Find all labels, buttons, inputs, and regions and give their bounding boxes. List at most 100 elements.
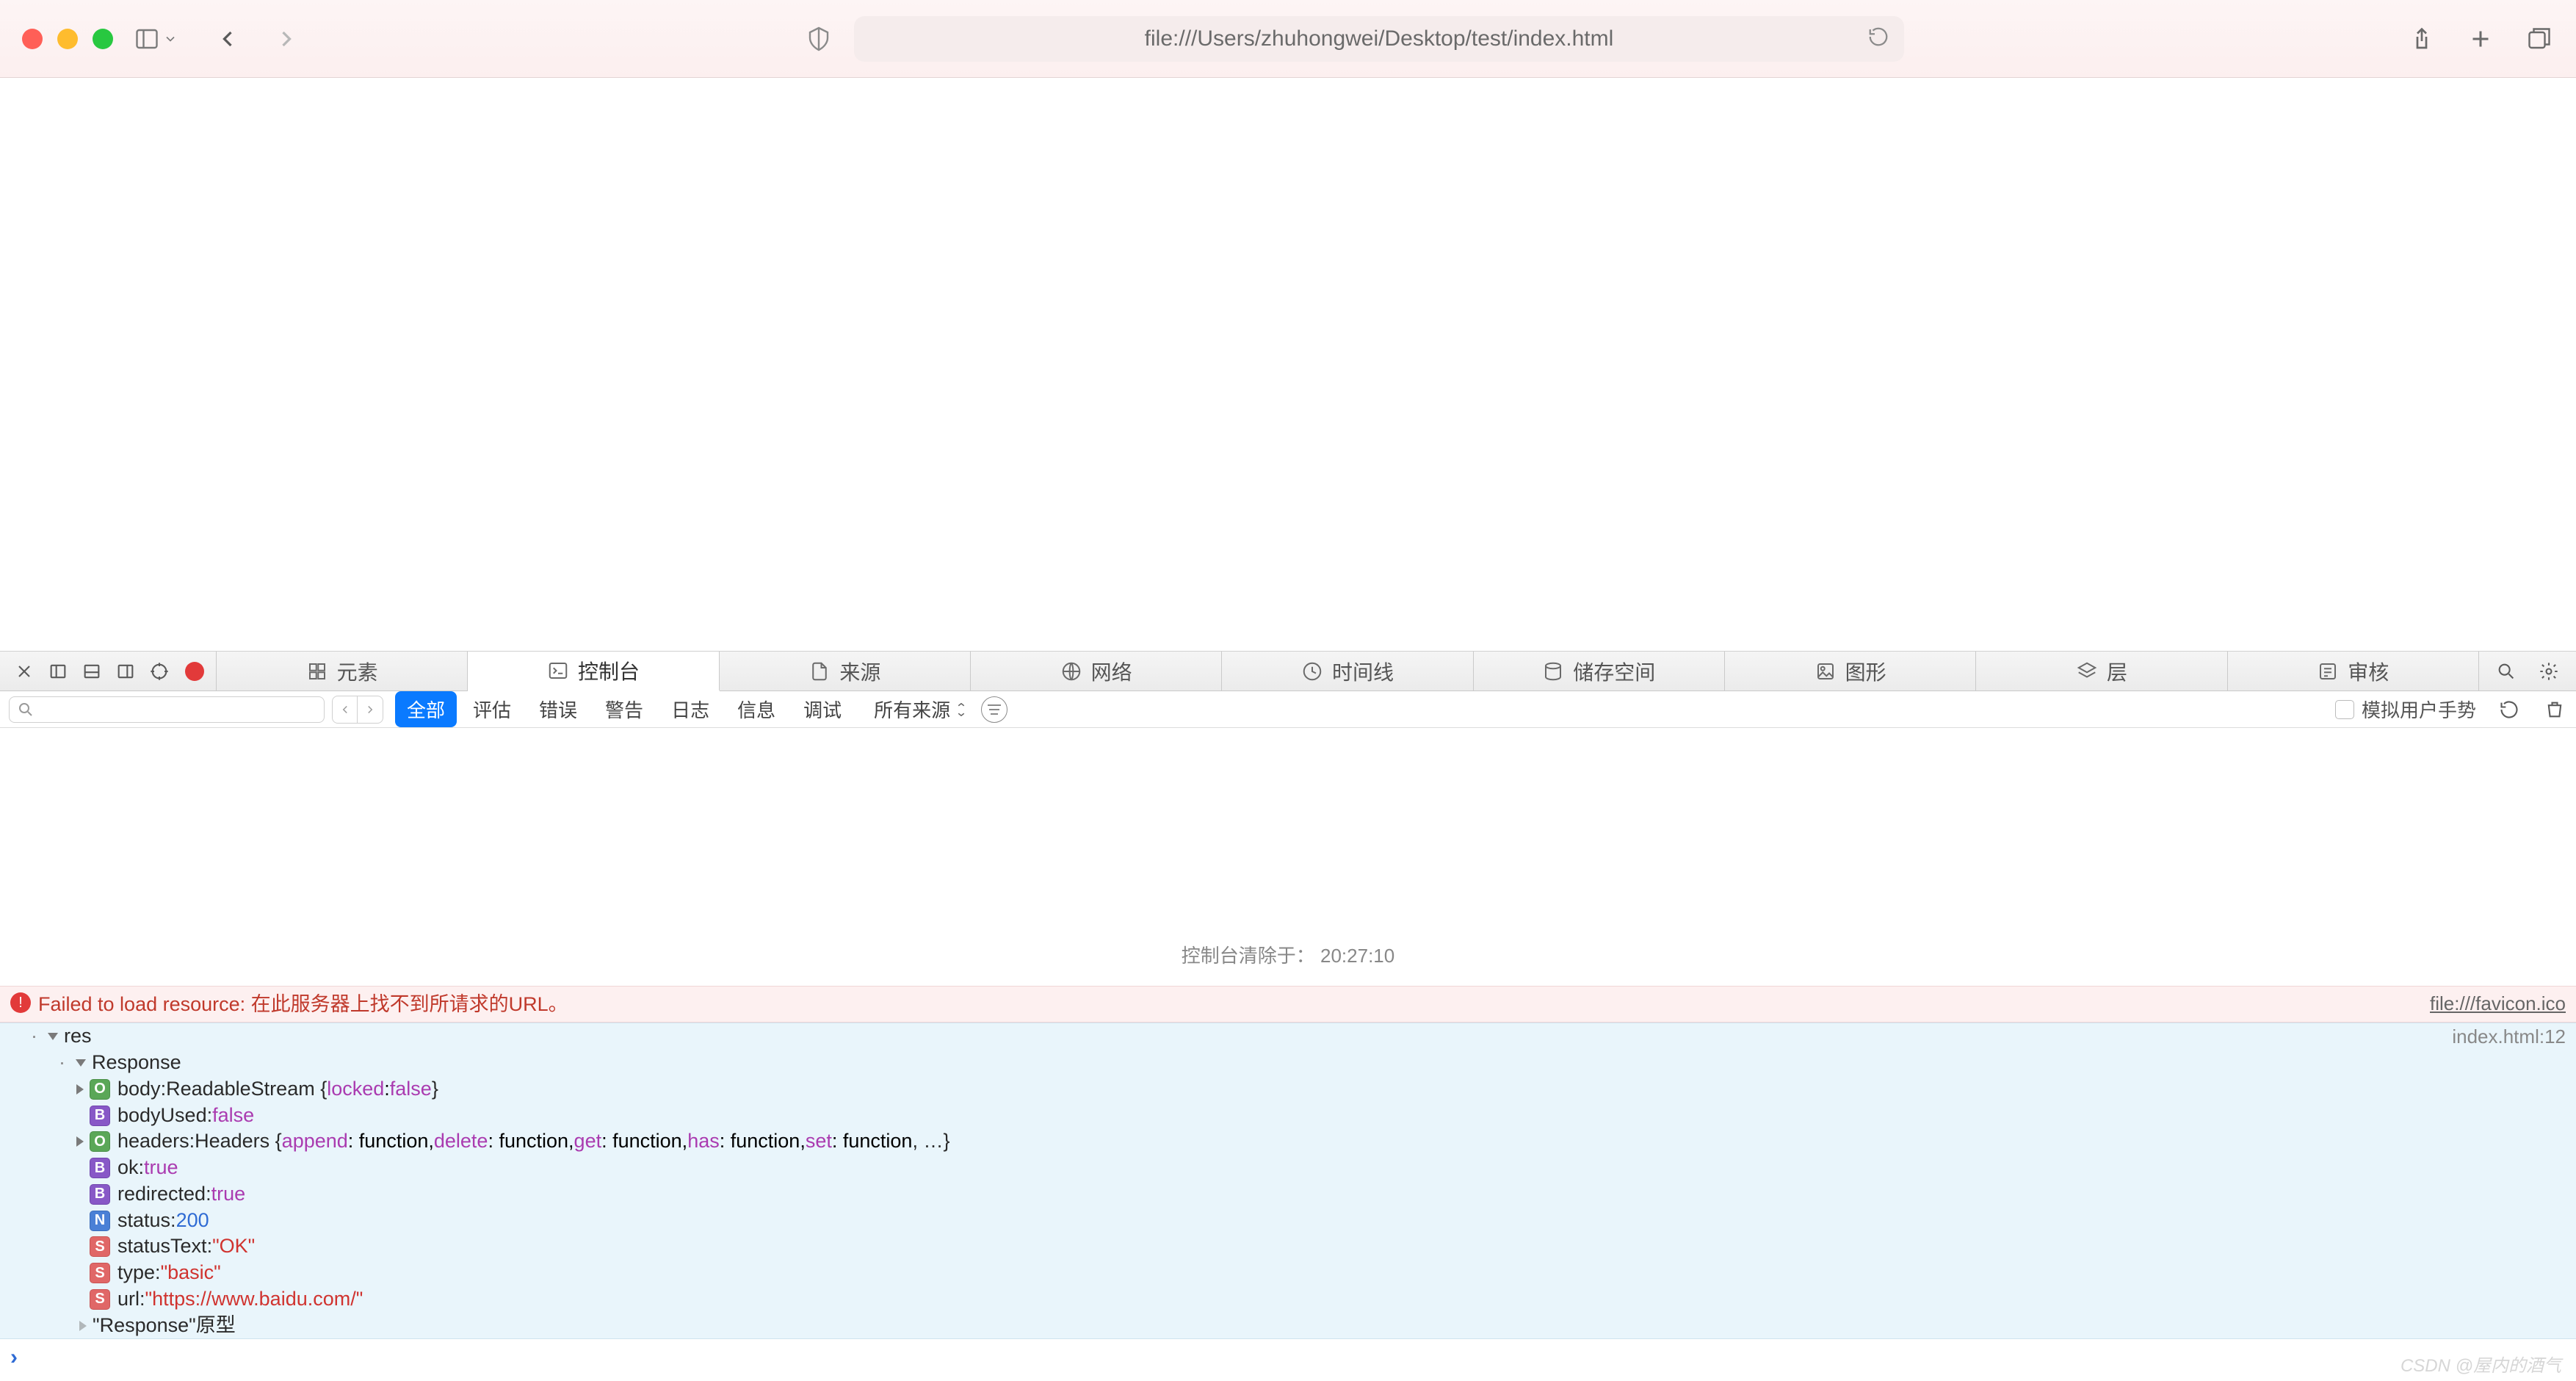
filter-next-button[interactable] xyxy=(358,696,383,723)
prop-key: type xyxy=(117,1261,155,1286)
object-property-row[interactable]: Oheaders: Headers {append: function, del… xyxy=(0,1128,2576,1155)
error-count-badge[interactable] xyxy=(185,662,204,681)
minimize-window-button[interactable] xyxy=(57,29,78,49)
clear-console-button[interactable] xyxy=(2542,697,2567,722)
search-devtools-button[interactable] xyxy=(2494,659,2519,684)
console-object-log: · res index.html:12 · Response Obody: Re… xyxy=(0,1023,2576,1338)
console-filter-tab[interactable]: 评估 xyxy=(461,691,523,727)
devtools-tab-label: 储存空间 xyxy=(1573,657,1655,686)
object-property-row[interactable]: Nstatus: 200 xyxy=(0,1208,2576,1234)
prop-key: redirected xyxy=(117,1182,206,1207)
devtools-tab-label: 审核 xyxy=(2348,657,2389,686)
dock-left-icon[interactable] xyxy=(46,659,70,684)
devtools-tab[interactable]: 来源 xyxy=(720,652,971,690)
type-badge-icon: S xyxy=(90,1236,110,1257)
devtools-settings-button[interactable] xyxy=(2536,659,2561,684)
prompt-caret-icon: › xyxy=(10,1345,18,1370)
privacy-shield-icon[interactable] xyxy=(804,24,833,54)
devtools-tab-label: 网络 xyxy=(1091,657,1132,686)
console-filter-tab[interactable]: 错误 xyxy=(527,691,589,727)
filter-prev-button[interactable] xyxy=(333,696,358,723)
tab-overview-button[interactable] xyxy=(2525,24,2554,54)
type-badge-icon: B xyxy=(90,1106,110,1126)
devtools-tab[interactable]: 元素 xyxy=(217,652,468,690)
devtools-tab-label: 元素 xyxy=(337,657,378,686)
log-constructor-row[interactable]: · Response xyxy=(0,1050,2576,1076)
prop-value: false xyxy=(212,1103,254,1128)
prop-value: "https://www.baidu.com/" xyxy=(145,1287,363,1312)
page-viewport xyxy=(0,78,2576,651)
sidebar-toggle[interactable] xyxy=(134,26,178,52)
new-tab-button[interactable] xyxy=(2466,24,2495,54)
devtools-tab[interactable]: 控制台 xyxy=(468,652,719,691)
console-filter-input[interactable] xyxy=(9,696,325,723)
prop-key: body xyxy=(117,1077,161,1102)
close-window-button[interactable] xyxy=(22,29,43,49)
devtools-tab[interactable]: 图形 xyxy=(1725,652,1976,690)
simulate-gesture-toggle[interactable]: 模拟用户手势 xyxy=(2335,696,2476,723)
filter-settings-button[interactable] xyxy=(981,696,1007,723)
log-proto-row[interactable]: "Response"原型 xyxy=(0,1313,2576,1339)
maximize-window-button[interactable] xyxy=(93,29,113,49)
devtools-tab-label: 时间线 xyxy=(1332,657,1394,686)
prop-key: statusText xyxy=(117,1234,207,1259)
prop-key: headers xyxy=(117,1129,189,1154)
devtools-tab-label: 层 xyxy=(2107,657,2127,686)
console-filter-tab[interactable]: 调试 xyxy=(792,691,853,727)
checkbox-icon xyxy=(2335,700,2354,719)
log-root-label: res xyxy=(64,1024,92,1049)
devtools-panel: 元素 控制台 来源 网络 时间线 储存空间 图形 层 审核 全部评估错误警告日志信息调试 所有来… xyxy=(0,651,2576,1376)
address-bar[interactable]: file:///Users/zhuhongwei/Desktop/test/in… xyxy=(854,16,1904,62)
share-button[interactable] xyxy=(2407,24,2436,54)
devtools-tab-label: 来源 xyxy=(839,657,880,686)
url-text: file:///Users/zhuhongwei/Desktop/test/in… xyxy=(1145,26,1614,51)
devtools-tab[interactable]: 审核 xyxy=(2228,652,2479,690)
window-controls xyxy=(22,29,113,49)
type-badge-icon: O xyxy=(90,1131,110,1152)
reload-button[interactable] xyxy=(1867,26,1889,51)
reload-console-button[interactable] xyxy=(2497,697,2522,722)
console-filter-tab[interactable]: 信息 xyxy=(726,691,787,727)
source-dropdown[interactable]: 所有来源 xyxy=(874,696,968,723)
devtools-tab[interactable]: 层 xyxy=(1976,652,2227,690)
type-badge-icon: B xyxy=(90,1158,110,1178)
prop-key: status xyxy=(117,1208,170,1233)
close-devtools-button[interactable] xyxy=(12,659,37,684)
prop-key: bodyUsed xyxy=(117,1103,207,1128)
type-badge-icon: S xyxy=(90,1289,110,1310)
devtools-tabbar: 元素 控制台 来源 网络 时间线 储存空间 图形 层 审核 xyxy=(0,652,2576,691)
object-property-row[interactable]: Surl: "https://www.baidu.com/" xyxy=(0,1286,2576,1313)
object-property-row[interactable]: Bredirected: true xyxy=(0,1181,2576,1208)
devtools-tab[interactable]: 储存空间 xyxy=(1474,652,1725,690)
object-property-row[interactable]: Obody: ReadableStream {locked: false} xyxy=(0,1076,2576,1103)
console-filter-tab[interactable]: 警告 xyxy=(593,691,655,727)
back-button[interactable] xyxy=(213,24,242,54)
filter-stepper xyxy=(332,696,383,724)
prop-value: 200 xyxy=(176,1208,209,1233)
forward-button[interactable] xyxy=(272,24,301,54)
element-picker-button[interactable] xyxy=(147,659,172,684)
source-dropdown-label: 所有来源 xyxy=(874,696,950,723)
object-property-row[interactable]: BbodyUsed: false xyxy=(0,1103,2576,1129)
console-prompt[interactable]: › xyxy=(0,1338,2576,1376)
console-error-row[interactable]: ! Failed to load resource: 在此服务器上找不到所请求的… xyxy=(0,986,2576,1023)
prop-value: "basic" xyxy=(161,1261,221,1286)
log-root-row[interactable]: · res index.html:12 xyxy=(0,1023,2576,1050)
watermark: CSDN @屋内的酒气 xyxy=(2400,1351,2561,1377)
devtools-tab[interactable]: 网络 xyxy=(971,652,1222,690)
simulate-gesture-label: 模拟用户手势 xyxy=(2362,696,2476,723)
dock-bottom-icon[interactable] xyxy=(79,659,104,684)
devtools-tab[interactable]: 时间线 xyxy=(1222,652,1473,690)
log-source[interactable]: index.html:12 xyxy=(2452,1025,2566,1049)
error-source-link[interactable]: file:///favicon.ico xyxy=(2430,991,2566,1017)
dock-right-icon[interactable] xyxy=(113,659,138,684)
object-property-row[interactable]: Bok: true xyxy=(0,1155,2576,1181)
devtools-tab-label: 控制台 xyxy=(578,656,640,685)
object-property-row[interactable]: Stype: "basic" xyxy=(0,1260,2576,1286)
console-filter-tab[interactable]: 日志 xyxy=(659,691,721,727)
console-cleared-message: 控制台清除于： 20:27:10 xyxy=(0,926,2576,986)
console-filter-tab[interactable]: 全部 xyxy=(395,691,457,727)
object-property-row[interactable]: SstatusText: "OK" xyxy=(0,1233,2576,1260)
type-badge-icon: N xyxy=(90,1211,110,1231)
console-filter-bar: 全部评估错误警告日志信息调试 所有来源 模拟用户手势 xyxy=(0,691,2576,728)
